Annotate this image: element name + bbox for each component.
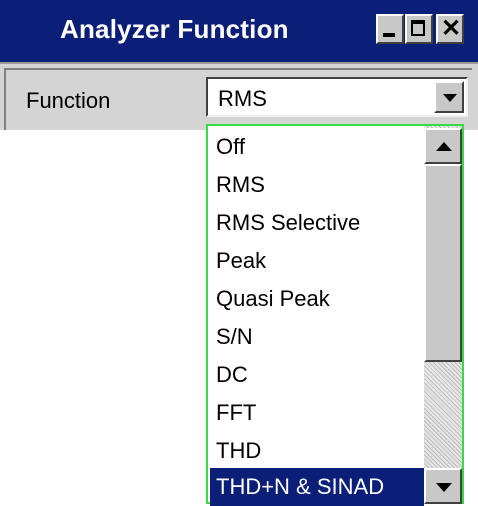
scroll-up-button[interactable] [424,128,462,164]
arrow-down-icon [436,483,452,492]
close-button[interactable]: ✕ [436,14,464,44]
function-select[interactable]: RMS [206,77,468,117]
option-quasi-peak[interactable]: Quasi Peak [210,280,424,318]
option-off[interactable]: Off [210,128,424,166]
close-icon: ✕ [441,15,462,42]
option-rms[interactable]: RMS [210,166,424,204]
analyzer-function-window: Analyzer Function ✕ Function RMS [0,0,478,130]
option-thd[interactable]: THD [210,432,424,470]
maximize-button[interactable] [405,14,433,44]
option-dc[interactable]: DC [210,356,424,394]
option-rms-selective[interactable]: RMS Selective [210,204,424,242]
dropdown-scrollbar[interactable] [424,126,462,504]
title-bar[interactable]: Analyzer Function ✕ [0,0,478,64]
function-dropdown-list[interactable]: Off RMS RMS Selective Peak Quasi Peak S/… [206,124,464,506]
chevron-down-icon [443,94,457,102]
window-title: Analyzer Function [60,14,289,44]
scroll-down-button[interactable] [424,468,462,504]
function-label: Function [26,88,111,113]
arrow-up-icon [436,142,452,151]
minimize-button[interactable] [376,14,404,44]
option-sn[interactable]: S/N [210,318,424,356]
option-peak[interactable]: Peak [210,242,424,280]
option-thdn-sinad[interactable]: THD+N & SINAD [210,468,424,506]
scroll-thumb[interactable] [424,164,462,362]
function-select-dropdown-button[interactable] [434,81,464,113]
function-select-value: RMS [218,86,267,111]
option-fft[interactable]: FFT [210,394,424,432]
